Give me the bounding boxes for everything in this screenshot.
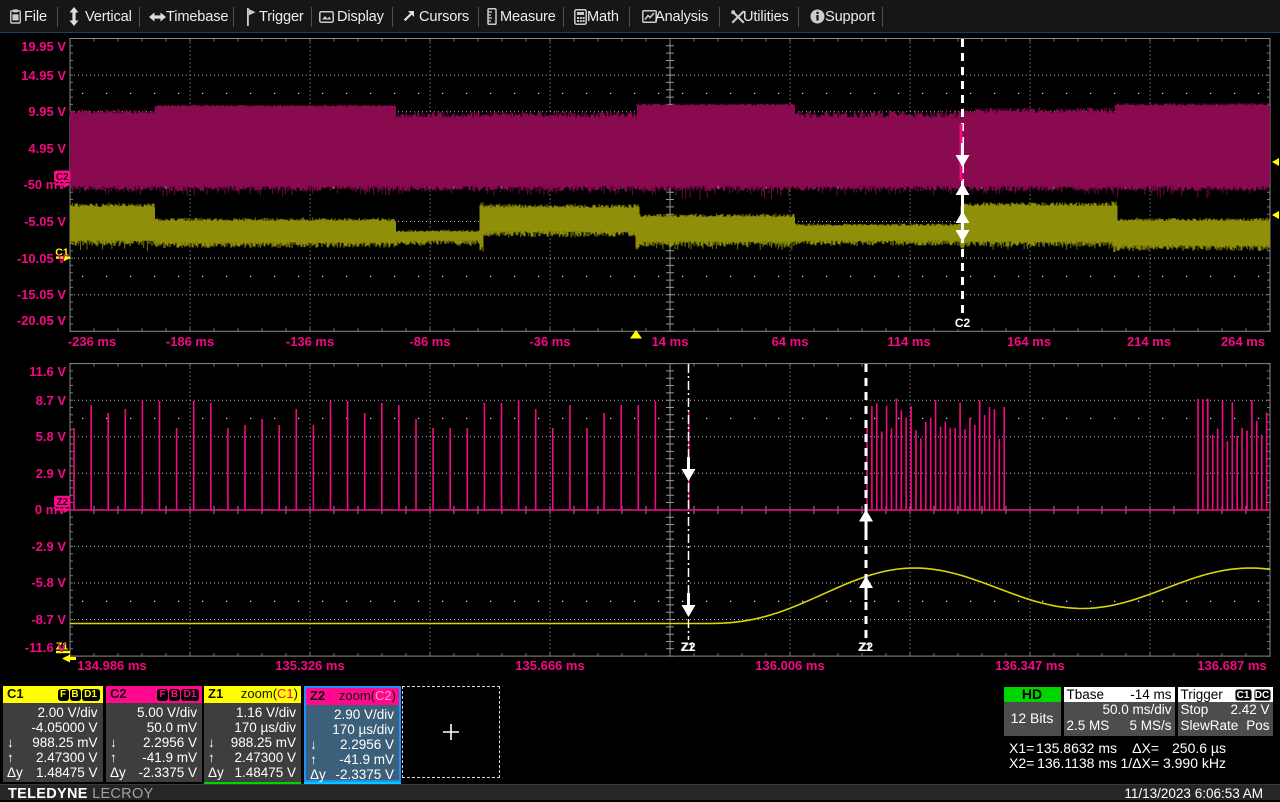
svg-text:Z1: Z1 [680,640,694,654]
svg-text:Z1: Z1 [858,640,872,654]
svg-text:C2: C2 [955,316,971,330]
